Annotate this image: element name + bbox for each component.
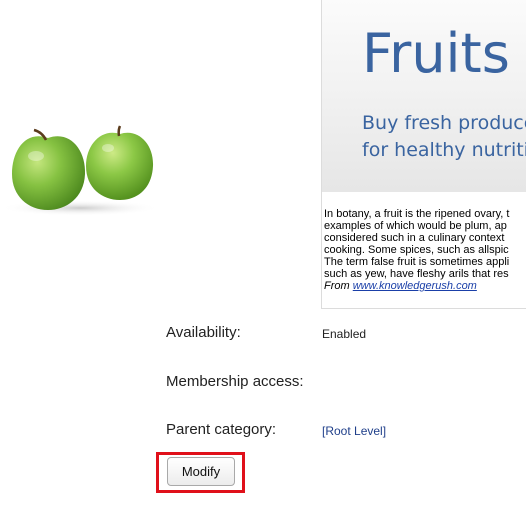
banner-title: Fruits	[362, 22, 510, 85]
description-line: examples of which would be plum, ap	[324, 220, 507, 232]
description-text: In botany, a fruit is the ripened ovary,…	[324, 208, 526, 292]
description-line: In botany, a fruit is the ripened ovary,…	[324, 208, 510, 220]
source-link[interactable]: www.knowledgerush.com	[353, 280, 477, 292]
membership-access-label: Membership access:	[166, 373, 304, 390]
description-line: considered such in a culinary context	[324, 232, 505, 244]
description-line: such as yew, have fleshy arils that res	[324, 268, 509, 280]
banner-subtitle-line1: Buy fresh produce	[362, 112, 526, 134]
source-from-label: From	[324, 280, 350, 292]
description-line: cooking. Some spices, such as allspic	[324, 244, 509, 256]
description-line: The term false fruit is sometimes appli	[324, 256, 510, 268]
parent-category-label: Parent category:	[166, 421, 277, 438]
parent-category-link[interactable]: [Root Level]	[322, 424, 386, 438]
banner-subtitle-line2: for healthy nutritio	[362, 139, 526, 161]
description-source: From www.knowledgerush.com	[324, 280, 526, 292]
availability-value: Enabled	[322, 327, 367, 341]
category-details-page: Fruits Buy fresh produce for healthy nut…	[0, 0, 526, 505]
category-description: In botany, a fruit is the ripened ovary,…	[321, 192, 526, 309]
modify-button[interactable]: Modify	[167, 457, 235, 486]
category-banner: Fruits Buy fresh produce for healthy nut…	[321, 0, 526, 192]
category-image-apples	[0, 125, 158, 216]
availability-label: Availability:	[166, 324, 241, 341]
banner-subtitle: Buy fresh produce for healthy nutritio	[362, 110, 526, 164]
